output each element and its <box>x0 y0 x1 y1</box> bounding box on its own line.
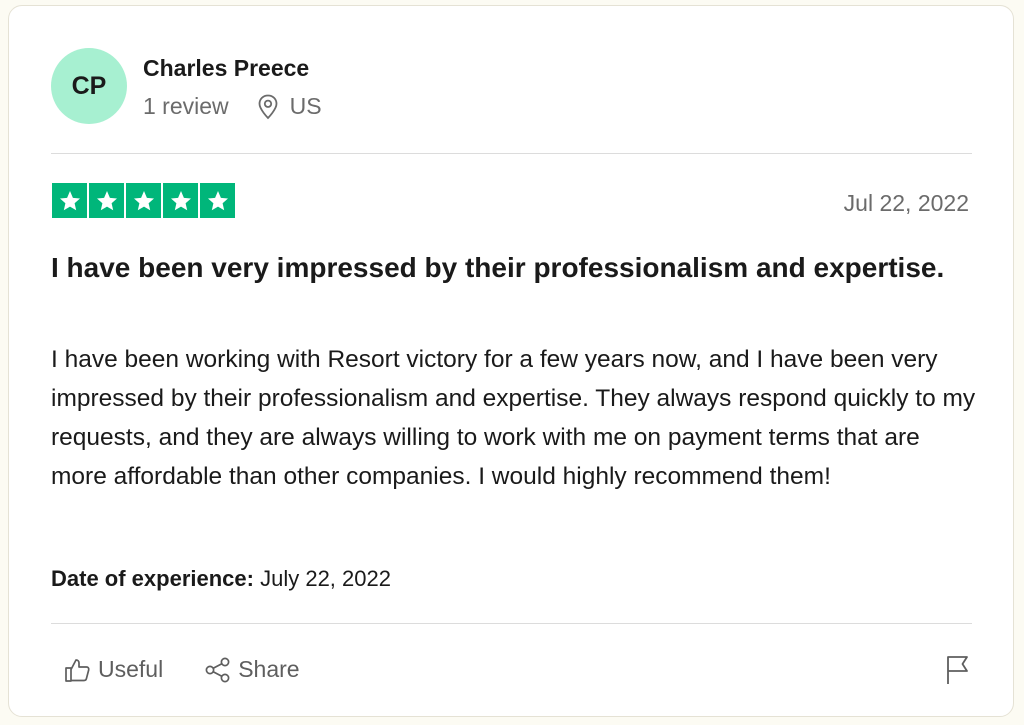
location-pin-icon <box>258 94 278 119</box>
star-icon <box>163 183 198 218</box>
reviewer-meta: 1 review US <box>143 93 322 120</box>
review-title[interactable]: I have been very impressed by their prof… <box>51 249 951 286</box>
star-icon <box>200 183 235 218</box>
star-icon <box>52 183 87 218</box>
review-actions: Useful Share <box>64 656 300 683</box>
date-of-experience: Date of experience: July 22, 2022 <box>51 566 391 592</box>
divider <box>51 153 972 154</box>
review-date: Jul 22, 2022 <box>843 190 969 216</box>
star-icon <box>89 183 124 218</box>
useful-label: Useful <box>98 656 164 682</box>
divider <box>51 623 972 624</box>
star-rating <box>52 183 235 218</box>
star-icon <box>126 183 161 218</box>
experience-date: July 22, 2022 <box>260 566 391 591</box>
useful-button[interactable]: Useful <box>64 656 163 683</box>
experience-label: Date of experience: <box>51 566 254 591</box>
share-button[interactable]: Share <box>204 656 300 683</box>
review-body: I have been working with Resort victory … <box>51 346 976 490</box>
reviewer-location: US <box>257 93 322 120</box>
reviewer-country: US <box>289 93 322 119</box>
share-icon <box>205 657 230 682</box>
report-flag-button[interactable] <box>945 654 971 691</box>
flag-icon <box>947 656 968 684</box>
review-count: 1 review <box>143 93 229 119</box>
avatar-initials: CP <box>71 71 107 100</box>
review-card: CP Charles Preece 1 review US Jul 22, 20… <box>8 5 1014 717</box>
avatar[interactable]: CP <box>51 48 127 124</box>
thumbs-up-icon <box>65 658 90 682</box>
share-label: Share <box>238 656 300 682</box>
reviewer-name[interactable]: Charles Preece <box>143 55 309 82</box>
